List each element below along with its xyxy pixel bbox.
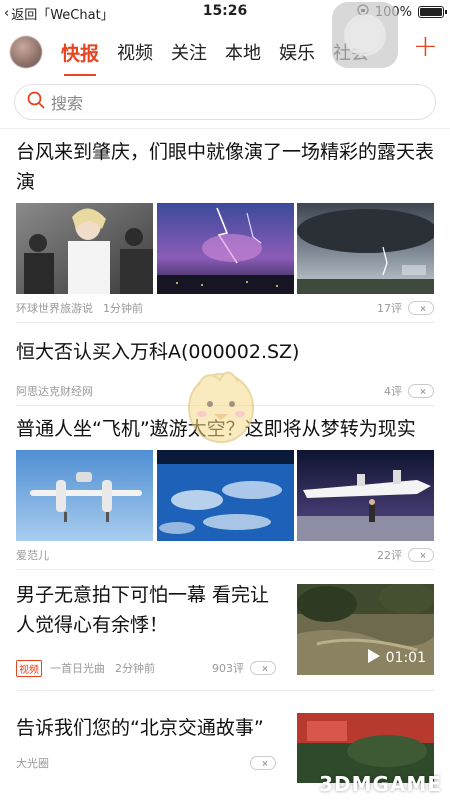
thumbnail-image[interactable] (16, 450, 153, 541)
site-watermark: 3DMGAME (319, 772, 442, 796)
comment-count: 903评 (212, 662, 244, 675)
thumbnail-image[interactable] (156, 450, 294, 541)
video-thumbnail[interactable]: 01:01 (297, 584, 434, 675)
dismiss-button[interactable] (408, 548, 434, 562)
dismiss-button[interactable] (250, 661, 276, 675)
comment-count: 4评 (384, 385, 402, 398)
item-meta: 爱范儿 22评 (16, 541, 434, 569)
list-item[interactable]: 男子无意拍下可怕一幕 看完让人觉得心有余悸！ 视频 一首日光曲 2分钟前 903… (16, 570, 434, 691)
comment-count: 22评 (377, 549, 402, 562)
thumbnail-image[interactable] (297, 450, 434, 541)
thumbnail-image[interactable] (16, 203, 153, 294)
item-meta: 环球世界旅游说 1分钟前 17评 (16, 294, 434, 322)
item-meta: 大光圈 (16, 749, 276, 777)
item-meta: 视频 一首日光曲 2分钟前 903评 (16, 654, 276, 682)
video-tag: 视频 (16, 659, 42, 677)
battery-icon (418, 6, 447, 18)
search-icon (27, 91, 51, 113)
tab-entertainment[interactable]: 娱乐 (270, 39, 324, 65)
list-item[interactable]: 台风来到肇庆，们眼中就像演了一场精彩的露天表演 环球世界旅游说 1分钟前 17评 (16, 129, 434, 323)
tab-video[interactable]: 视频 (108, 39, 162, 65)
play-icon (367, 649, 380, 667)
dismiss-button[interactable] (408, 301, 434, 315)
avatar[interactable] (10, 36, 42, 68)
video-duration: 01:01 (367, 649, 426, 667)
dismiss-button[interactable] (250, 756, 276, 770)
tab-follow[interactable]: 关注 (162, 39, 216, 65)
headline[interactable]: 台风来到肇庆，们眼中就像演了一场精彩的露天表演 (16, 129, 434, 197)
source: 阿思达克财经网 (16, 385, 93, 398)
source: 环球世界旅游说 (16, 302, 93, 315)
source: 大光圈 (16, 757, 49, 770)
assistive-touch-button[interactable] (332, 2, 398, 68)
channel-tabs: 快报 视频 关注 本地 娱乐 社会 (52, 39, 378, 76)
duration-label: 01:01 (385, 650, 426, 666)
mascot-watermark-icon (188, 371, 254, 443)
timestamp: 1分钟前 (103, 302, 143, 315)
search-input[interactable]: 搜索 (14, 84, 436, 120)
search-placeholder: 搜索 (51, 94, 84, 113)
headline[interactable]: 告诉我们您的“北京交通故事” (16, 699, 276, 743)
comment-count: 17评 (377, 302, 402, 315)
tab-local[interactable]: 本地 (216, 39, 270, 65)
thumbnails (16, 450, 434, 541)
add-channel-button[interactable]: + (413, 32, 438, 62)
tab-kuaibao[interactable]: 快报 (52, 39, 108, 76)
timestamp: 2分钟前 (115, 662, 155, 675)
list-item[interactable]: 告诉我们您的“北京交通故事” 大光圈 (16, 691, 434, 783)
thumbnails (16, 203, 434, 294)
source: 一首日光曲 (50, 662, 105, 675)
thumbnail-image[interactable] (297, 203, 434, 294)
news-feed: 台风来到肇庆，们眼中就像演了一场精彩的露天表演 环球世界旅游说 1分钟前 17评… (0, 129, 450, 783)
thumbnail-image[interactable] (156, 203, 294, 294)
headline[interactable]: 男子无意拍下可怕一幕 看完让人觉得心有余悸！ (16, 578, 276, 640)
dismiss-button[interactable] (408, 384, 434, 398)
source: 爱范儿 (16, 549, 49, 562)
